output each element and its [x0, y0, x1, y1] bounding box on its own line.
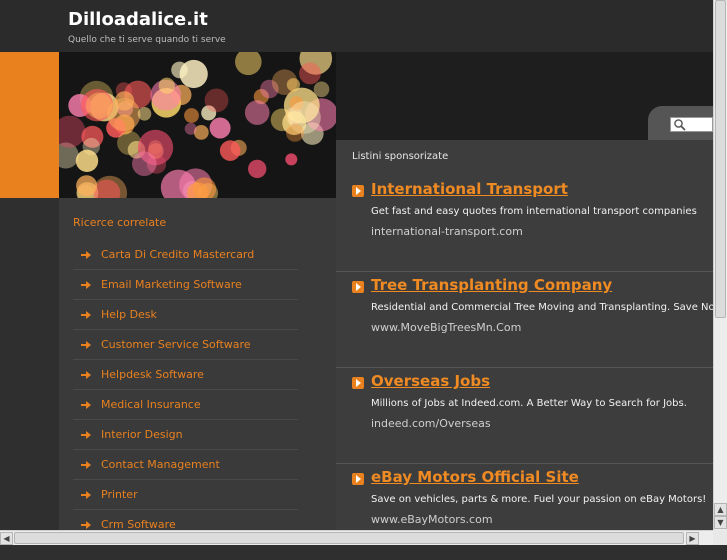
related-searches-list: Carta Di Credito Mastercard Email Market…	[73, 240, 298, 540]
related-item-label[interactable]: Helpdesk Software	[101, 368, 204, 381]
arrow-right-icon	[81, 400, 91, 410]
sponsored-description: Millions of Jobs at Indeed.com. A Better…	[371, 398, 687, 409]
arrow-right-icon	[81, 310, 91, 320]
related-item[interactable]: Carta Di Credito Mastercard	[73, 240, 298, 270]
site-header: Dilloadalice.it Quello che ti serve quan…	[0, 0, 713, 52]
related-item-label[interactable]: Contact Management	[101, 458, 220, 471]
sponsored-url[interactable]: international-transport.com	[371, 225, 523, 238]
sponsored-link-title[interactable]: Tree Transplanting Company	[371, 276, 612, 294]
related-item-label[interactable]: Carta Di Credito Mastercard	[101, 248, 254, 261]
vertical-scrollbar[interactable]: ▲ ▼	[713, 0, 727, 530]
arrow-right-icon	[81, 340, 91, 350]
related-item[interactable]: Interior Design	[73, 420, 298, 450]
sponsored-url[interactable]: www.eBayMotors.com	[371, 513, 493, 526]
site-tagline: Quello che ti serve quando ti serve	[68, 35, 226, 45]
bokeh-light	[285, 153, 298, 166]
arrow-right-icon	[81, 460, 91, 470]
arrow-right-icon	[81, 430, 91, 440]
vertical-scroll-thumb[interactable]	[715, 0, 726, 318]
sponsored-description: Save on vehicles, parts & more. Fuel you…	[371, 494, 707, 505]
bokeh-light	[244, 100, 270, 125]
horizontal-scrollbar[interactable]: ◀ ▶	[0, 530, 713, 545]
sponsored-listings: International Transport Get fast and eas…	[336, 176, 725, 560]
bokeh-light	[184, 108, 199, 123]
bokeh-light	[219, 140, 241, 161]
bokeh-light	[132, 151, 157, 176]
sponsored-link-title[interactable]: Overseas Jobs	[371, 372, 490, 390]
bokeh-light	[248, 159, 267, 179]
bokeh-light	[75, 149, 99, 172]
bokeh-light	[299, 62, 321, 85]
related-item[interactable]: Contact Management	[73, 450, 298, 480]
orange-arrow-bullet-icon	[352, 473, 364, 485]
sponsored-listing: Overseas Jobs Millions of Jobs at Indeed…	[336, 368, 713, 464]
arrow-right-icon	[81, 370, 91, 380]
bokeh-light	[271, 69, 298, 95]
sponsored-description: Residential and Commercial Tree Moving a…	[371, 302, 726, 313]
related-item-label[interactable]: Printer	[101, 488, 138, 501]
search-icon[interactable]	[673, 118, 687, 131]
site-title[interactable]: Dilloadalice.it	[68, 9, 208, 30]
sponsored-url[interactable]: www.MoveBigTreesMn.Com	[371, 321, 521, 334]
bokeh-light	[158, 77, 175, 94]
sponsored-link-title[interactable]: eBay Motors Official Site	[371, 468, 579, 486]
scroll-up-icon[interactable]: ▲	[714, 503, 727, 516]
related-item-label[interactable]: Email Marketing Software	[101, 278, 242, 291]
scroll-left-icon[interactable]: ◀	[0, 532, 13, 545]
orange-arrow-bullet-icon	[352, 377, 364, 389]
scroll-down-icon[interactable]: ▼	[714, 516, 727, 529]
related-item-label[interactable]: Interior Design	[101, 428, 183, 441]
bokeh-light	[204, 88, 229, 113]
bokeh-light	[179, 59, 208, 89]
sponsored-listing: eBay Motors Official Site Save on vehicl…	[336, 464, 713, 560]
scroll-right-icon[interactable]: ▶	[686, 532, 699, 545]
scrollbar-corner	[713, 530, 727, 545]
related-item[interactable]: Email Marketing Software	[73, 270, 298, 300]
orange-arrow-bullet-icon	[352, 281, 364, 293]
arrow-right-icon	[81, 490, 91, 500]
related-item[interactable]: Helpdesk Software	[73, 360, 298, 390]
horizontal-scroll-thumb[interactable]	[14, 532, 684, 544]
sponsored-link-title[interactable]: International Transport	[371, 180, 568, 198]
bokeh-light	[59, 115, 86, 148]
sponsored-description: Get fast and easy quotes from internatio…	[371, 206, 697, 217]
bokeh-light	[313, 81, 330, 98]
related-item-label[interactable]: Customer Service Software	[101, 338, 251, 351]
bokeh-light	[85, 92, 112, 119]
bokeh-light	[209, 117, 231, 139]
orange-arrow-bullet-icon	[352, 185, 364, 197]
bokeh-banner-image	[59, 52, 336, 198]
bokeh-light	[184, 122, 197, 135]
bokeh-light	[235, 52, 262, 76]
sponsored-heading: Listini sponsorizate	[352, 151, 449, 162]
sponsored-listing: Tree Transplanting Company Residential a…	[336, 272, 725, 368]
bokeh-light	[107, 97, 141, 132]
related-item[interactable]: Help Desk	[73, 300, 298, 330]
related-item-label[interactable]: Help Desk	[101, 308, 157, 321]
arrow-right-icon	[81, 250, 91, 260]
related-item[interactable]: Printer	[73, 480, 298, 510]
related-item[interactable]: Customer Service Software	[73, 330, 298, 360]
arrow-right-icon	[81, 280, 91, 290]
sponsored-url[interactable]: indeed.com/Overseas	[371, 417, 491, 430]
bokeh-light	[286, 123, 304, 142]
orange-accent-block	[0, 52, 59, 198]
bokeh-light	[137, 107, 152, 121]
related-item-label[interactable]: Medical Insurance	[101, 398, 201, 411]
bokeh-lights-svg	[59, 52, 336, 198]
sponsored-listing: International Transport Get fast and eas…	[336, 176, 713, 272]
arrow-right-icon	[81, 520, 91, 530]
related-searches-title: Ricerce correlate	[73, 216, 167, 229]
bokeh-light	[76, 175, 98, 197]
related-item[interactable]: Medical Insurance	[73, 390, 298, 420]
